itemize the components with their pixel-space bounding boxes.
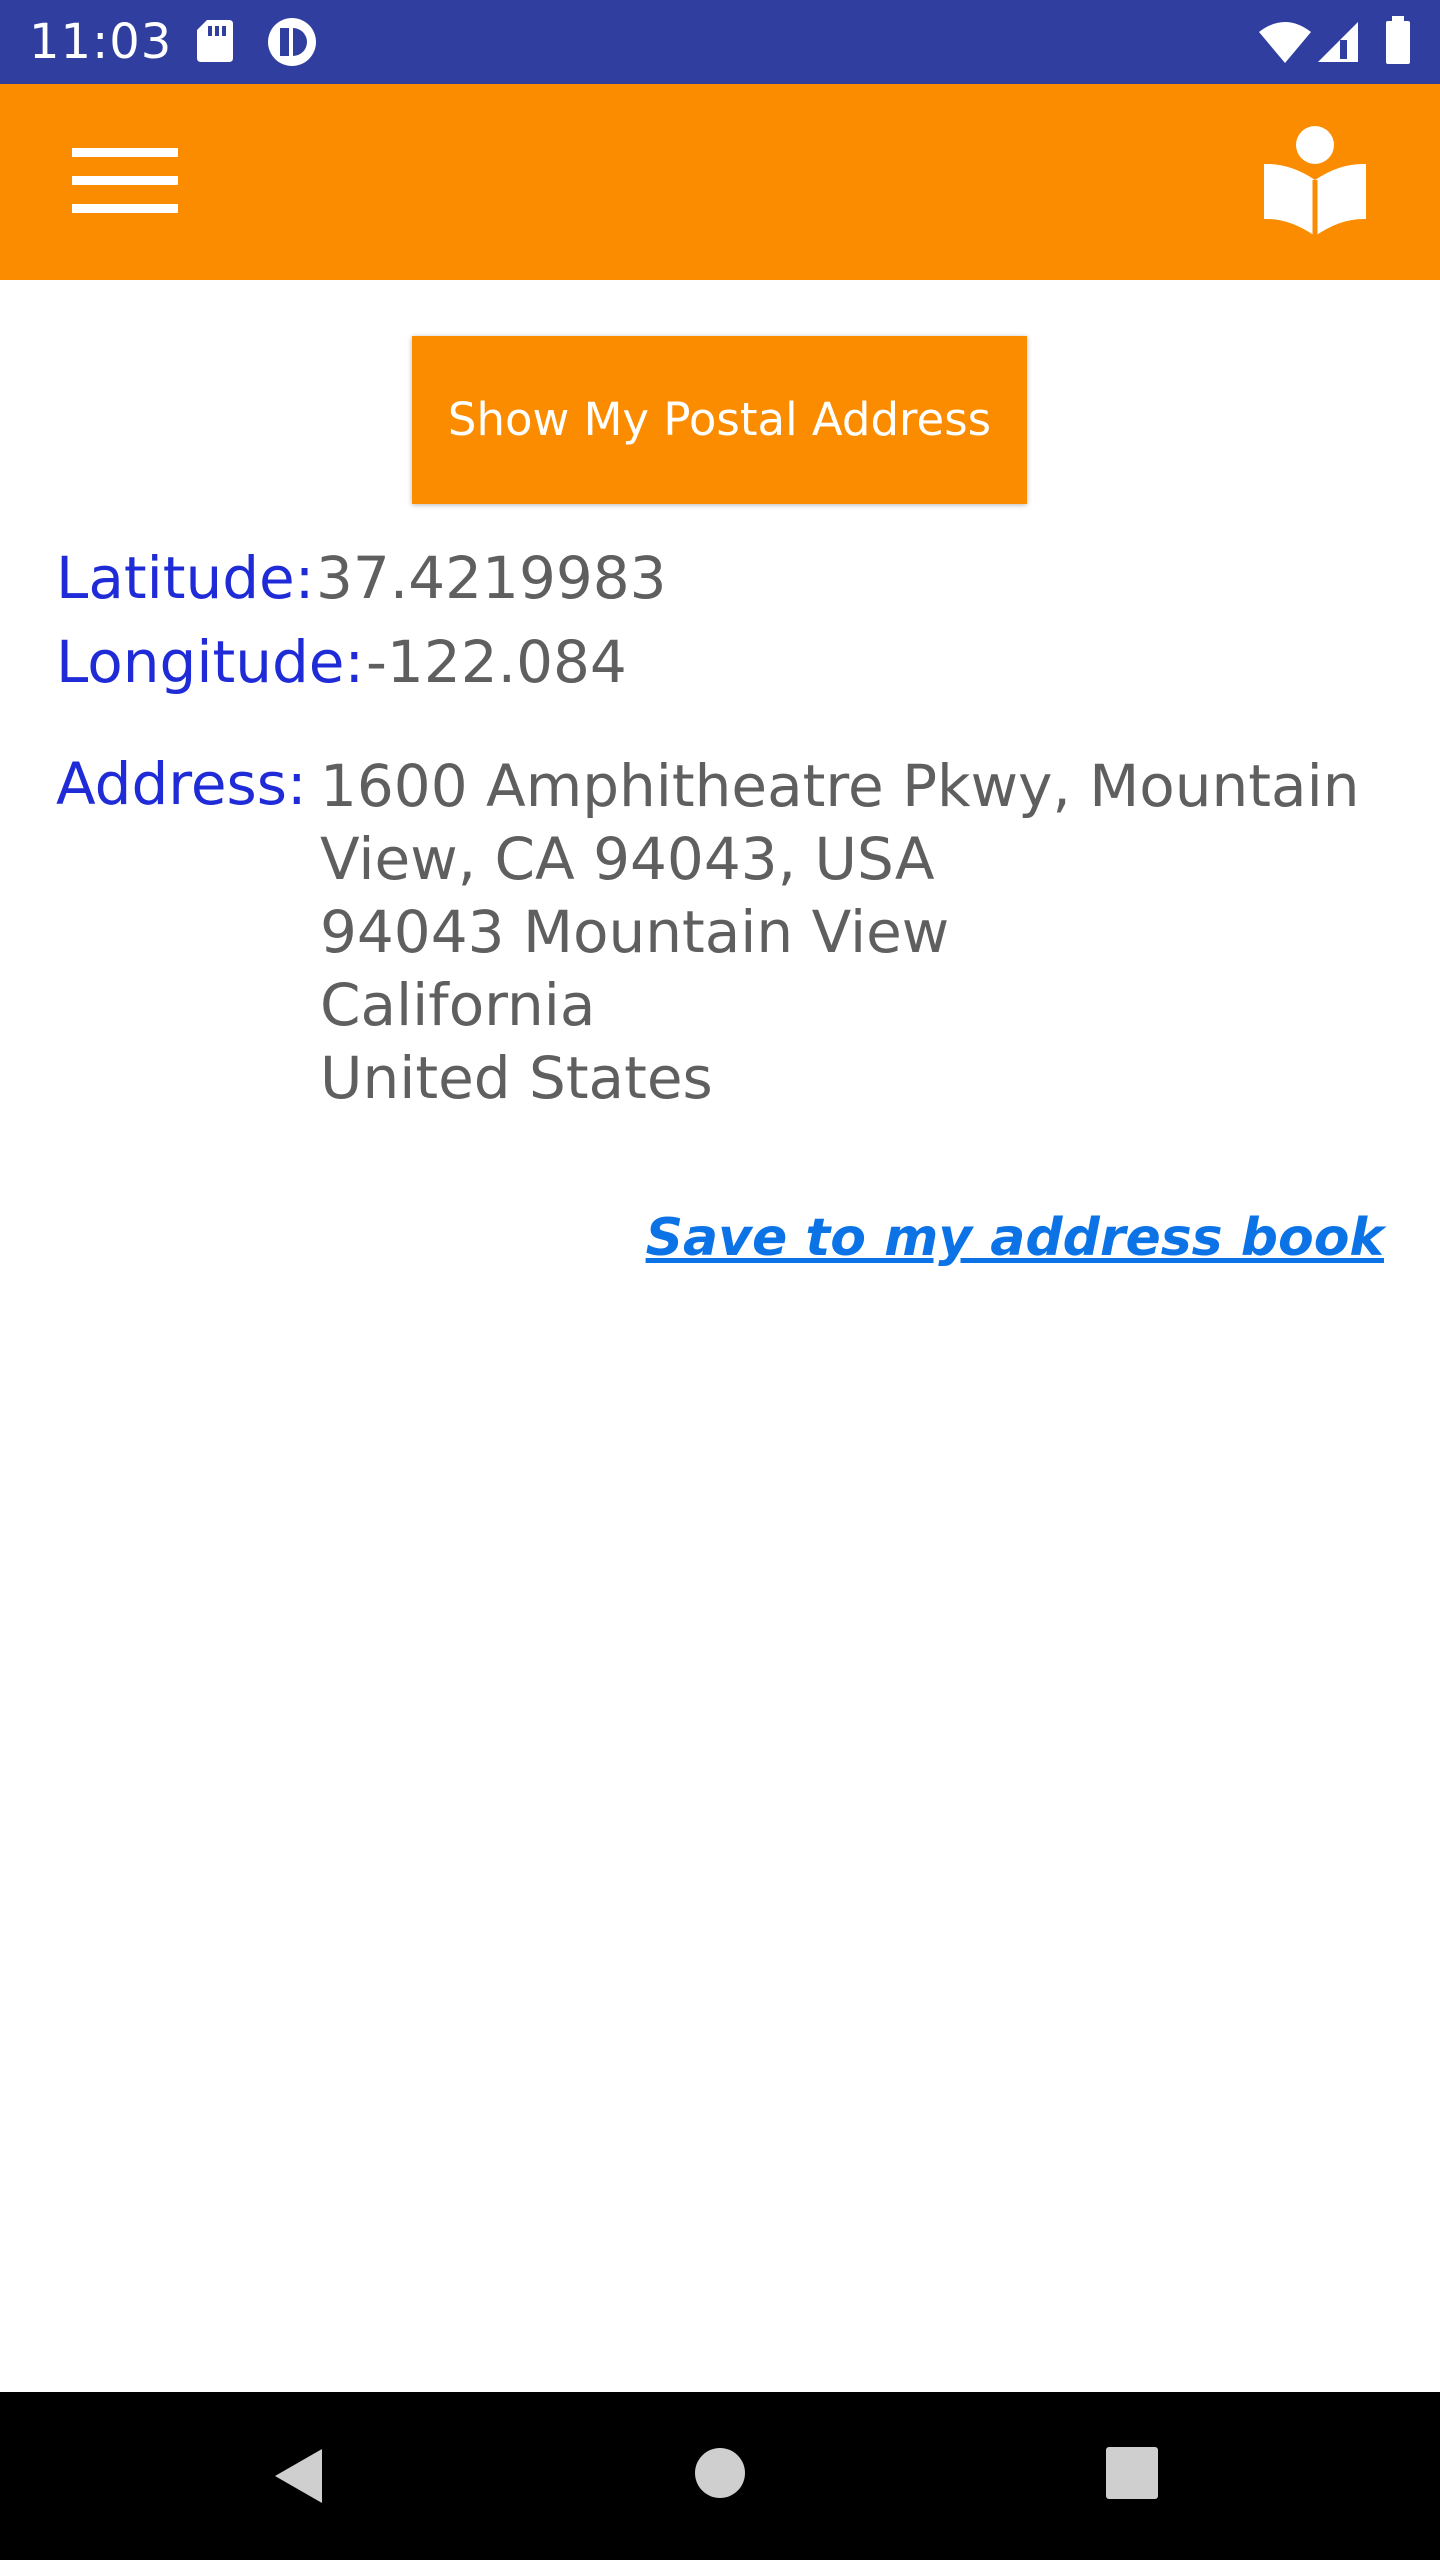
reader-book-icon bbox=[1264, 126, 1366, 236]
address-line: 94043 Mountain View bbox=[320, 898, 950, 966]
longitude-value: -122.084 bbox=[366, 628, 627, 696]
show-postal-address-button[interactable]: Show My Postal Address bbox=[412, 336, 1027, 504]
app-bar bbox=[0, 84, 1440, 280]
address-line: United States bbox=[320, 1044, 713, 1112]
address-label: Address: bbox=[56, 750, 307, 818]
back-button[interactable] bbox=[270, 2446, 326, 2510]
status-bar: 11:03 bbox=[0, 0, 1440, 84]
latitude-value: 37.4219983 bbox=[316, 544, 667, 612]
longitude-label: Longitude: bbox=[56, 628, 365, 696]
address-line: View, CA 94043, USA bbox=[320, 825, 935, 893]
navigation-drawer-button[interactable] bbox=[48, 124, 204, 240]
system-navigation-bar bbox=[0, 2392, 1440, 2560]
recents-icon bbox=[1106, 2447, 1158, 2499]
wifi-icon bbox=[1259, 22, 1311, 63]
sd-card-icon bbox=[197, 20, 233, 62]
latitude-label: Latitude: bbox=[56, 544, 315, 612]
home-icon bbox=[695, 2448, 745, 2498]
save-to-address-book-link[interactable]: Save to my address book bbox=[646, 1208, 1384, 1268]
recents-button[interactable] bbox=[1105, 2446, 1159, 2504]
hamburger-menu-icon-middle-bar bbox=[72, 176, 178, 185]
hamburger-menu-icon bbox=[72, 148, 178, 157]
reader-button[interactable] bbox=[1240, 114, 1390, 254]
hamburger-menu-icon-bottom-bar bbox=[72, 204, 178, 213]
address-line: 1600 Amphitheatre Pkwy, Mountain bbox=[320, 752, 1360, 820]
back-icon bbox=[275, 2449, 322, 2503]
notification-app-icon bbox=[268, 18, 316, 66]
battery-icon bbox=[1386, 16, 1410, 64]
address-value: 1600 Amphitheatre Pkwy, Mountain View, C… bbox=[320, 750, 1359, 1115]
address-line: California bbox=[320, 971, 596, 1039]
home-button[interactable] bbox=[693, 2446, 747, 2504]
status-time: 11:03 bbox=[29, 14, 173, 70]
cellular-signal-icon bbox=[1318, 22, 1358, 62]
